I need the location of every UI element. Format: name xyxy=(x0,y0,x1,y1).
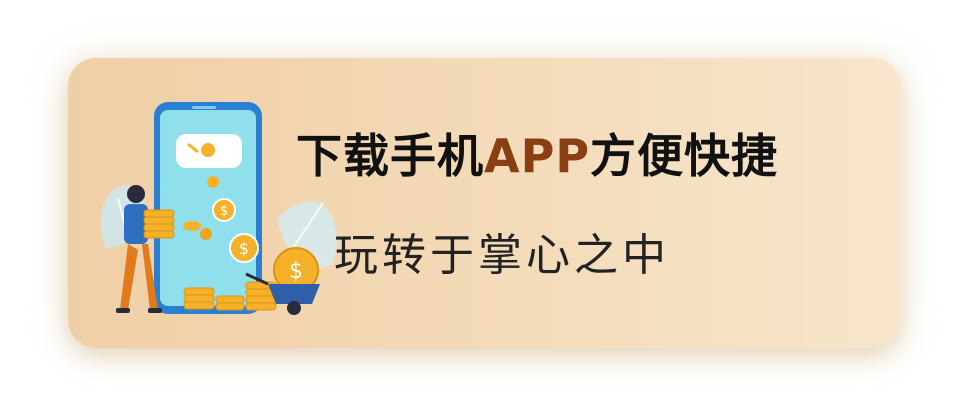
phone-illustration xyxy=(154,102,262,314)
headline-part-2: 方便快捷 xyxy=(590,129,779,183)
banner-headline: 下载手机APP方便快捷 xyxy=(296,126,778,186)
coin-stack-icon xyxy=(143,209,175,239)
banner-subline: 玩转于掌心之中 xyxy=(334,230,670,281)
svg-text:$: $ xyxy=(289,259,303,284)
download-app-banner[interactable]: $ $ $ 下载手机APP方便快捷 玩转于掌心之中 xyxy=(68,58,900,348)
headline-part-1: 下载手机 xyxy=(296,129,484,183)
svg-text:$: $ xyxy=(220,204,228,219)
headline-accent: APP xyxy=(484,129,591,183)
svg-text:$: $ xyxy=(239,239,249,258)
